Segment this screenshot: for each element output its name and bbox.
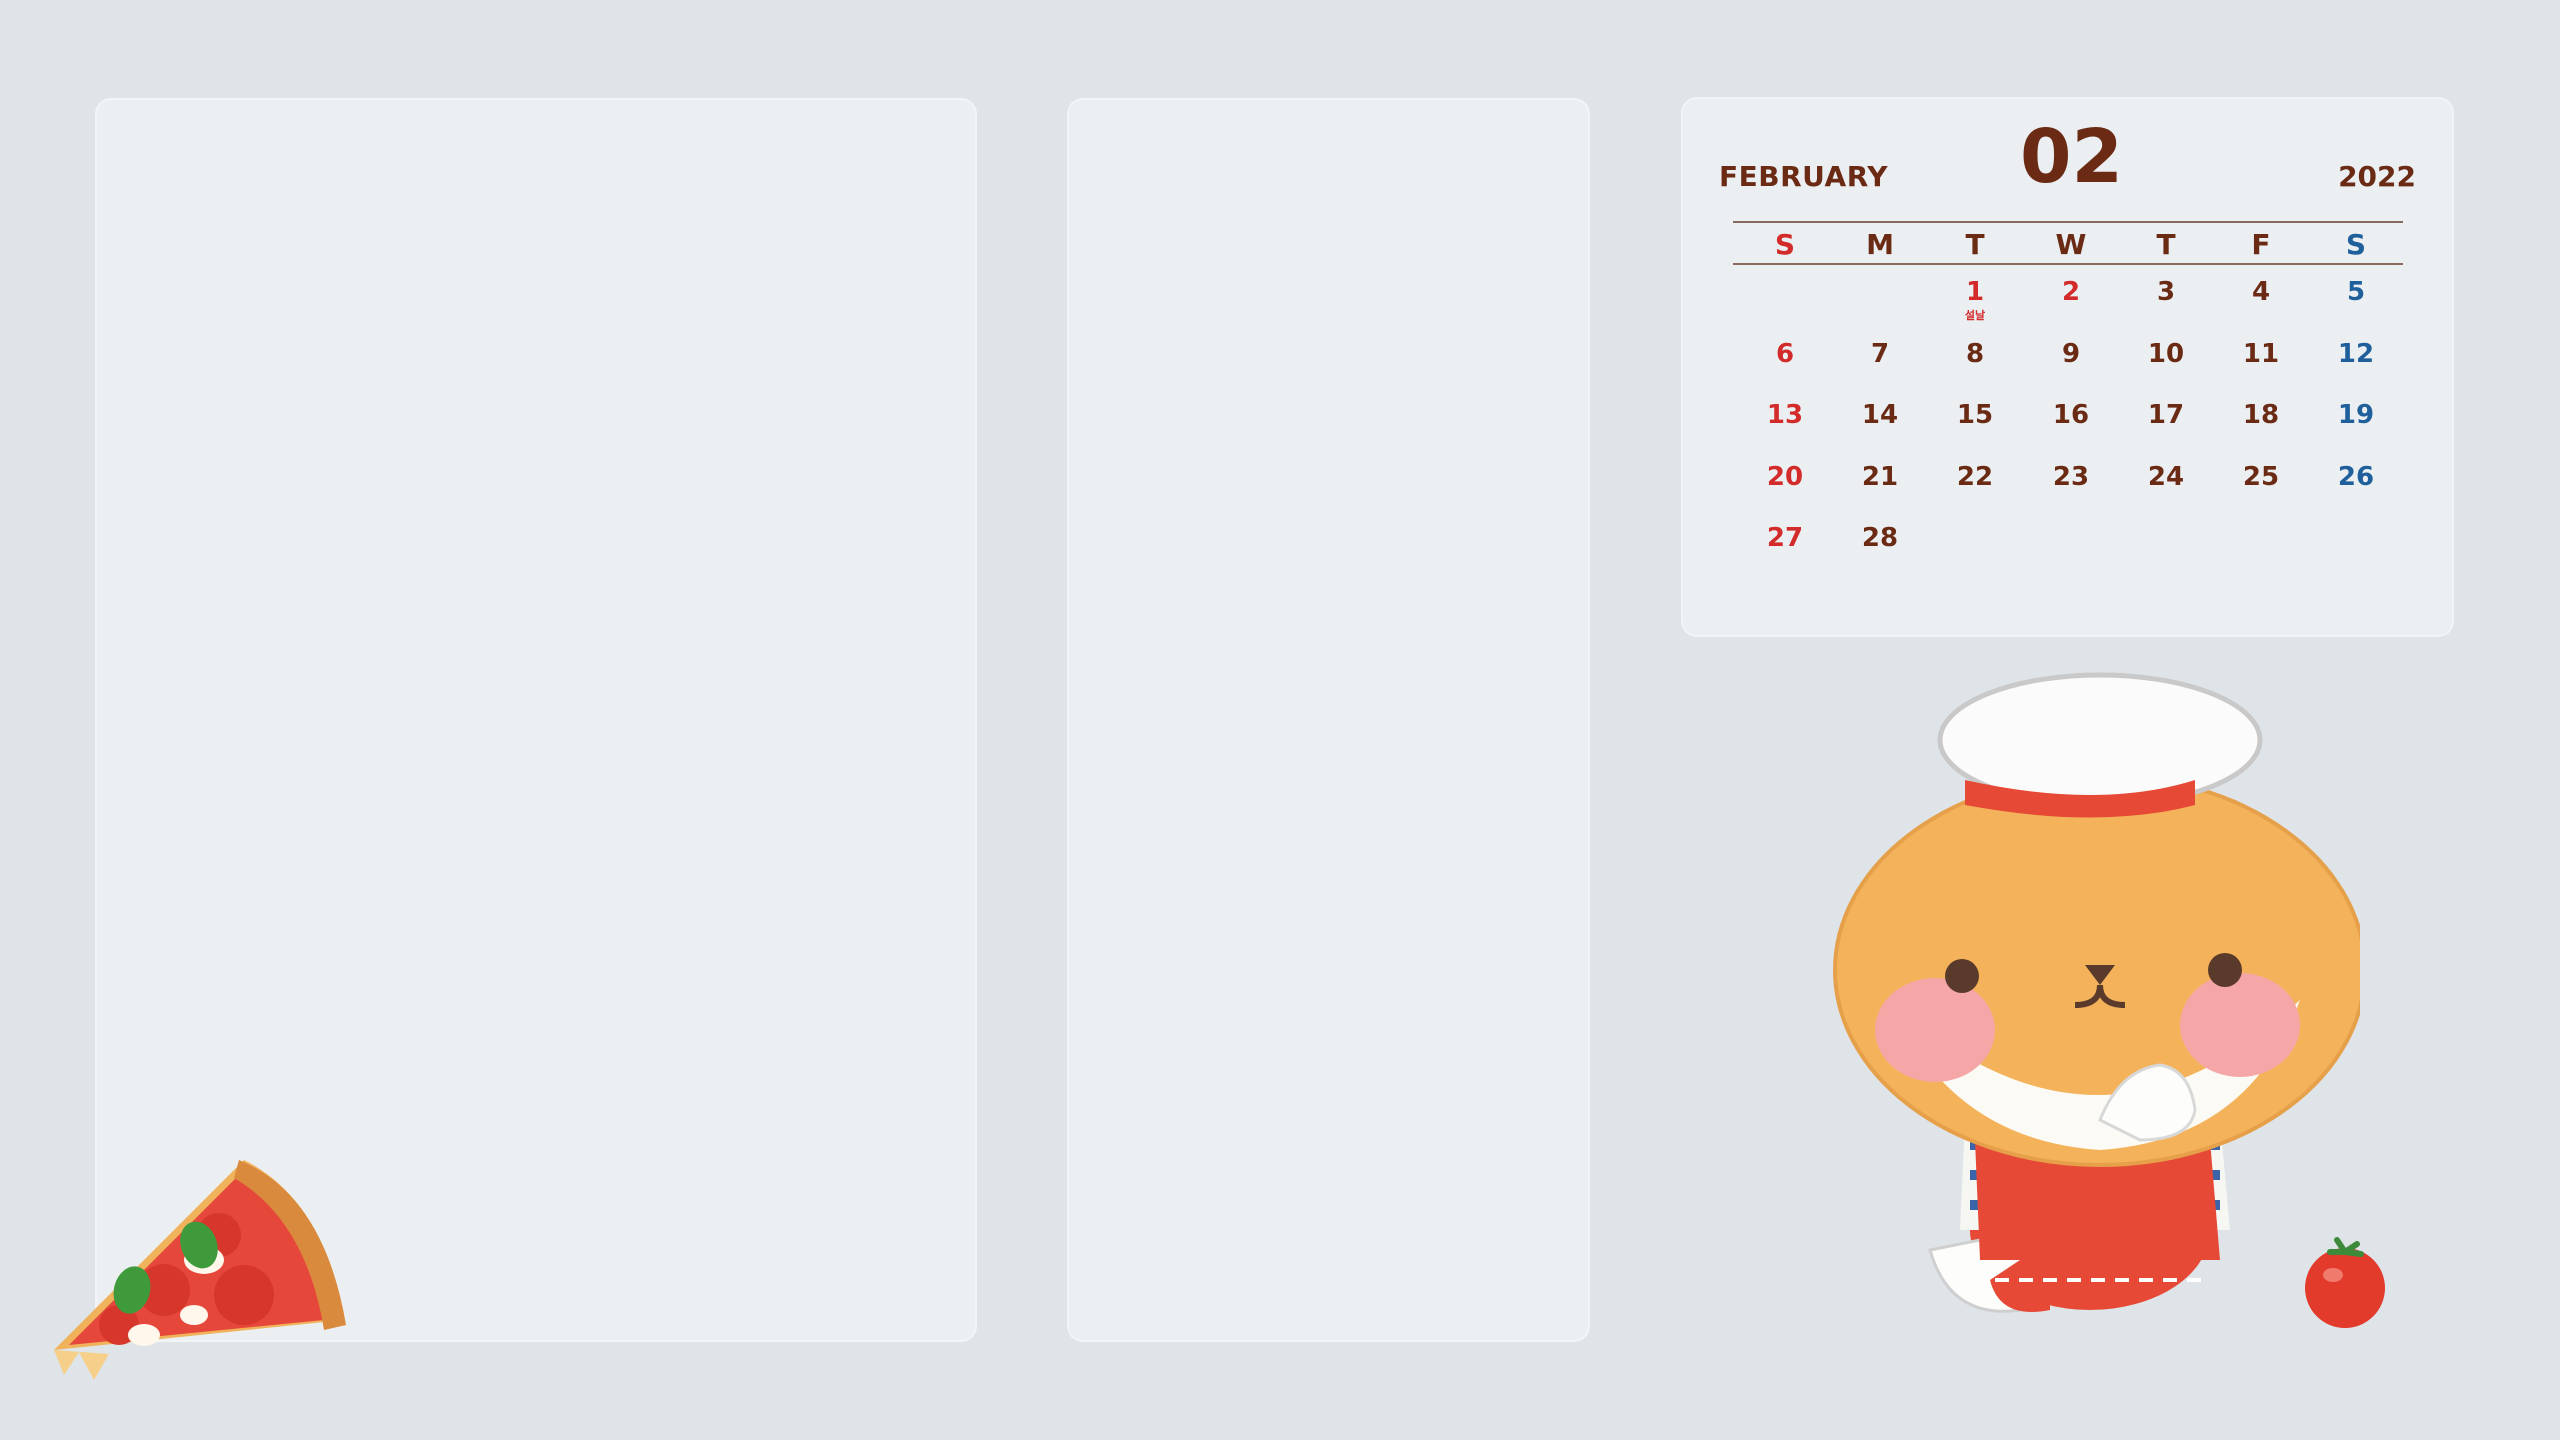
weekday-label: M xyxy=(1866,228,1894,261)
calendar-divider-top xyxy=(1733,221,2403,223)
calendar-day[interactable]: 6 xyxy=(1755,339,1815,369)
calendar-day[interactable]: 15 xyxy=(1945,400,2005,430)
calendar-day[interactable]: 11 xyxy=(2231,339,2291,369)
calendar-day[interactable]: 23 xyxy=(2041,462,2101,492)
calendar-day[interactable]: 22 xyxy=(1945,462,2005,492)
calendar-divider-header xyxy=(1733,263,2403,265)
memo-panel-middle xyxy=(1067,98,1590,1342)
calendar-day[interactable]: 25 xyxy=(2231,462,2291,492)
calendar-day[interactable]: 9 xyxy=(2041,339,2101,369)
hamster-chef-illustration xyxy=(1833,672,2360,1313)
calendar-year: 2022 xyxy=(2338,160,2416,193)
calendar-day[interactable]: 28 xyxy=(1850,523,1910,553)
calendar-day[interactable]: 24 xyxy=(2136,462,2196,492)
calendar-day[interactable]: 14 xyxy=(1850,400,1910,430)
weekday-label: T xyxy=(2156,228,2176,261)
calendar-day[interactable]: 10 xyxy=(2136,339,2196,369)
calendar-day[interactable]: 7 xyxy=(1850,339,1910,369)
calendar-day[interactable]: 5 xyxy=(2326,277,2386,307)
pizza-slice-illustration xyxy=(54,1160,346,1380)
weekday-label: S xyxy=(1774,228,1796,261)
calendar-day[interactable]: 17 xyxy=(2136,400,2196,430)
weekday-label: F xyxy=(2251,228,2271,261)
tomato-illustration xyxy=(2305,1237,2385,1328)
calendar-day[interactable]: 13 xyxy=(1755,400,1815,430)
calendar-month-number: 02 xyxy=(2020,114,2123,200)
weekday-label: W xyxy=(2055,228,2087,261)
calendar-day[interactable]: 3 xyxy=(2136,277,2196,307)
calendar-day[interactable]: 16 xyxy=(2041,400,2101,430)
calendar-day[interactable]: 1 xyxy=(1945,277,2005,307)
calendar-day[interactable]: 8 xyxy=(1945,339,2005,369)
weekday-label: T xyxy=(1965,228,1985,261)
calendar-day[interactable]: 20 xyxy=(1755,462,1815,492)
weekday-label: S xyxy=(2345,228,2367,261)
calendar-day[interactable]: 19 xyxy=(2326,400,2386,430)
calendar-day[interactable]: 12 xyxy=(2326,339,2386,369)
calendar-day[interactable]: 21 xyxy=(1850,462,1910,492)
calendar-month-name: FEBRUARY xyxy=(1719,160,1889,193)
holiday-note: 설날 xyxy=(1964,309,1986,322)
calendar-day[interactable]: 2 xyxy=(2041,277,2101,307)
calendar-day[interactable]: 4 xyxy=(2231,277,2291,307)
calendar-day[interactable]: 27 xyxy=(1755,523,1815,553)
calendar-day[interactable]: 26 xyxy=(2326,462,2386,492)
calendar-day[interactable]: 18 xyxy=(2231,400,2291,430)
